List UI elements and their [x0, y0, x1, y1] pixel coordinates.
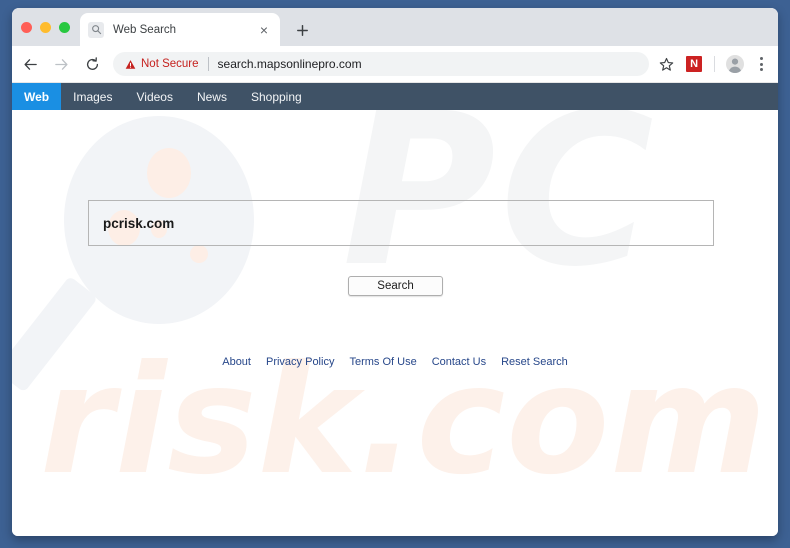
reload-icon[interactable] — [79, 51, 105, 77]
omnibox-divider — [207, 57, 209, 71]
security-status-label: Not Secure — [141, 58, 199, 70]
search-area: Search About Privacy Policy Terms Of Use… — [12, 110, 778, 536]
maximize-window-button[interactable] — [59, 22, 70, 33]
star-icon[interactable] — [655, 53, 677, 75]
site-nav-label: Web — [24, 89, 50, 104]
tab-title: Web Search — [113, 23, 177, 36]
search-input[interactable] — [101, 214, 701, 232]
search-box[interactable] — [88, 200, 714, 246]
extension-badge-icon[interactable]: N — [686, 56, 702, 72]
footer-links: About Privacy Policy Terms Of Use Contac… — [12, 356, 778, 368]
browser-window: Web Search × Not Secure search.mapsonlin… — [12, 8, 778, 536]
site-nav-label: Images — [73, 89, 113, 104]
page-content: PC risk.com Search About Privacy Policy … — [12, 110, 778, 536]
site-nav-item-videos[interactable]: Videos — [124, 83, 184, 110]
avatar-icon — [726, 55, 744, 73]
site-nav-item-news[interactable]: News — [185, 83, 239, 110]
minimize-window-button[interactable] — [40, 22, 51, 33]
toolbar-right-group: N — [655, 51, 778, 77]
site-nav-label: Videos — [136, 89, 173, 104]
close-window-button[interactable] — [21, 22, 32, 33]
window-traffic-lights — [21, 22, 70, 33]
url-text: search.mapsonlinepro.com — [217, 57, 362, 71]
site-nav-item-images[interactable]: Images — [61, 83, 124, 110]
new-tab-button[interactable] — [293, 21, 311, 39]
warning-triangle-icon — [125, 59, 136, 69]
search-button[interactable]: Search — [348, 276, 443, 296]
tab-strip: Web Search × — [12, 8, 778, 46]
close-tab-icon[interactable]: × — [256, 22, 272, 38]
browser-toolbar: Not Secure search.mapsonlinepro.com N — [12, 46, 778, 83]
address-bar[interactable]: Not Secure search.mapsonlinepro.com — [113, 52, 649, 76]
footer-link-terms-of-use[interactable]: Terms Of Use — [349, 356, 416, 368]
forward-icon[interactable] — [48, 51, 74, 77]
toolbar-divider — [714, 56, 715, 72]
security-status[interactable]: Not Secure — [125, 58, 199, 70]
browser-tab[interactable]: Web Search × — [80, 13, 280, 46]
site-nav-label: News — [196, 89, 227, 104]
avatar[interactable] — [722, 51, 748, 77]
site-nav-item-web[interactable]: Web — [12, 83, 62, 110]
search-icon — [88, 21, 104, 38]
site-navigation-bar: Web Images Videos News Shopping — [12, 83, 778, 110]
footer-link-contact-us[interactable]: Contact Us — [432, 356, 486, 368]
footer-link-privacy-policy[interactable]: Privacy Policy — [266, 356, 334, 368]
footer-link-about[interactable]: About — [222, 356, 251, 368]
site-nav-label: Shopping — [250, 89, 302, 104]
site-nav-item-shopping[interactable]: Shopping — [239, 83, 314, 110]
footer-link-reset-search[interactable]: Reset Search — [501, 356, 568, 368]
three-dot-menu-icon[interactable] — [750, 51, 772, 77]
back-icon[interactable] — [17, 51, 43, 77]
